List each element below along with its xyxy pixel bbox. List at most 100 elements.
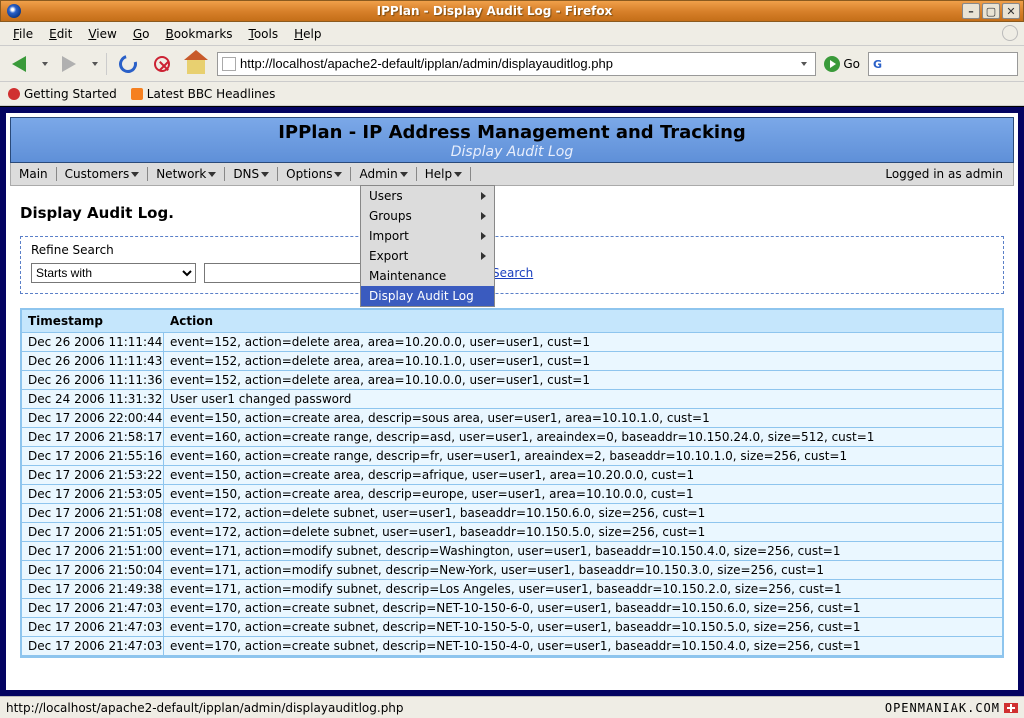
browser-menubar: File Edit View Go Bookmarks Tools Help [0, 22, 1024, 46]
forward-history-dropdown[interactable] [92, 62, 98, 66]
chevron-right-icon [481, 252, 486, 260]
nav-customers[interactable]: Customers [57, 163, 148, 185]
cell-timestamp: Dec 17 2006 21:47:03 [22, 618, 164, 637]
go-icon [824, 56, 840, 72]
cell-action: event=160, action=create range, descrip=… [164, 428, 1002, 447]
reload-button[interactable] [115, 51, 141, 77]
table-row: Dec 17 2006 21:50:04event=171, action=mo… [22, 561, 1002, 580]
bookmark-icon [8, 88, 20, 100]
cell-timestamp: Dec 17 2006 21:50:04 [22, 561, 164, 580]
table-row: Dec 17 2006 21:55:16event=160, action=cr… [22, 447, 1002, 466]
close-button[interactable]: ✕ [1002, 3, 1020, 19]
nav-main[interactable]: Main [11, 163, 56, 185]
table-row: Dec 17 2006 21:53:05event=150, action=cr… [22, 485, 1002, 504]
table-row: Dec 17 2006 21:58:17event=160, action=cr… [22, 428, 1002, 447]
audit-log-table: Timestamp Action Dec 26 2006 11:11:44eve… [20, 308, 1004, 658]
cell-action: event=171, action=modify subnet, descrip… [164, 561, 1002, 580]
window-title: IPPlan - Display Audit Log - Firefox [27, 4, 962, 18]
nav-network[interactable]: Network [148, 163, 224, 185]
menu-go[interactable]: Go [126, 24, 157, 44]
admin-menu-maintenance[interactable]: Maintenance [361, 266, 494, 286]
cell-action: event=170, action=create subnet, descrip… [164, 599, 1002, 618]
table-row: Dec 17 2006 21:49:38event=171, action=mo… [22, 580, 1002, 599]
admin-menu-users[interactable]: Users [361, 186, 494, 206]
minimize-button[interactable]: – [962, 3, 980, 19]
nav-help[interactable]: Help [417, 163, 470, 185]
cell-action: event=172, action=delete subnet, user=us… [164, 504, 1002, 523]
refine-mode-select[interactable]: Starts with [31, 263, 196, 283]
table-row: Dec 17 2006 21:51:00event=171, action=mo… [22, 542, 1002, 561]
cell-timestamp: Dec 26 2006 11:11:36 [22, 371, 164, 390]
chevron-down-icon [400, 172, 408, 177]
cell-timestamp: Dec 24 2006 11:31:32 [22, 390, 164, 409]
bookmarks-toolbar: Getting Started Latest BBC Headlines [0, 82, 1024, 106]
admin-menu-export[interactable]: Export [361, 246, 494, 266]
search-box[interactable] [868, 52, 1018, 76]
cell-action: event=150, action=create area, descrip=e… [164, 485, 1002, 504]
table-row: Dec 17 2006 22:00:44event=150, action=cr… [22, 409, 1002, 428]
cell-timestamp: Dec 17 2006 21:55:16 [22, 447, 164, 466]
cell-timestamp: Dec 17 2006 21:58:17 [22, 428, 164, 447]
admin-menu-display-audit-log[interactable]: Display Audit Log [361, 286, 494, 306]
stop-button[interactable] [149, 51, 175, 77]
browser-statusbar: http://localhost/apache2-default/ipplan/… [0, 696, 1024, 718]
cell-action: event=171, action=modify subnet, descrip… [164, 580, 1002, 599]
nav-options[interactable]: Options [278, 163, 350, 185]
login-status: Logged in as admin [885, 167, 1013, 181]
page-heading: Display Audit Log. [20, 204, 1004, 222]
chevron-down-icon [454, 172, 462, 177]
menu-help[interactable]: Help [287, 24, 328, 44]
cell-action: event=170, action=create subnet, descrip… [164, 637, 1002, 656]
chevron-down-icon [334, 172, 342, 177]
throbber-icon [1002, 25, 1018, 41]
bookmark-getting-started[interactable]: Getting Started [8, 87, 117, 101]
cell-timestamp: Dec 17 2006 21:47:03 [22, 599, 164, 618]
table-row: Dec 26 2006 11:11:44event=152, action=de… [22, 333, 1002, 352]
url-input[interactable] [240, 56, 791, 71]
window-titlebar: IPPlan - Display Audit Log - Firefox – ▢… [0, 0, 1024, 22]
cell-timestamp: Dec 17 2006 21:49:38 [22, 580, 164, 599]
google-icon [873, 57, 885, 71]
refine-search-link[interactable]: Search [492, 266, 533, 280]
table-row: Dec 17 2006 21:51:05event=172, action=de… [22, 523, 1002, 542]
menu-bookmarks[interactable]: Bookmarks [158, 24, 239, 44]
admin-menu-groups[interactable]: Groups [361, 206, 494, 226]
browser-toolbar: Go [0, 46, 1024, 82]
admin-menu-import[interactable]: Import [361, 226, 494, 246]
forward-button[interactable] [56, 51, 82, 77]
page-icon [222, 57, 236, 71]
admin-dropdown: Users Groups Import Export Maintenance D… [360, 185, 495, 307]
rss-icon [131, 88, 143, 100]
cell-timestamp: Dec 17 2006 22:00:44 [22, 409, 164, 428]
cell-timestamp: Dec 26 2006 11:11:43 [22, 352, 164, 371]
status-text: http://localhost/apache2-default/ipplan/… [6, 701, 404, 715]
home-button[interactable] [183, 51, 209, 77]
cell-timestamp: Dec 26 2006 11:11:44 [22, 333, 164, 352]
app-subtitle: Display Audit Log [11, 144, 1013, 160]
col-timestamp: Timestamp [22, 310, 164, 333]
menu-view[interactable]: View [81, 24, 123, 44]
bookmark-bbc-headlines[interactable]: Latest BBC Headlines [131, 87, 276, 101]
search-input[interactable] [889, 56, 1013, 71]
back-history-dropdown[interactable] [42, 62, 48, 66]
maximize-button[interactable]: ▢ [982, 3, 1000, 19]
go-button[interactable]: Go [824, 56, 860, 72]
url-bar[interactable] [217, 52, 816, 76]
cell-timestamp: Dec 17 2006 21:53:05 [22, 485, 164, 504]
nav-dns[interactable]: DNS [225, 163, 277, 185]
chevron-down-icon [261, 172, 269, 177]
cell-action: User user1 changed password [164, 390, 1002, 409]
firefox-icon [7, 4, 21, 18]
table-row: Dec 17 2006 21:47:03event=170, action=cr… [22, 618, 1002, 637]
brand-watermark: OPENMANIAK.COM [885, 701, 1018, 715]
nav-admin[interactable]: Admin [351, 163, 415, 185]
toolbar-separator [106, 53, 107, 75]
menu-edit[interactable]: Edit [42, 24, 79, 44]
cell-action: event=150, action=create area, descrip=a… [164, 466, 1002, 485]
url-history-dropdown[interactable] [795, 62, 811, 66]
cell-action: event=152, action=delete area, area=10.2… [164, 333, 1002, 352]
menu-file[interactable]: File [6, 24, 40, 44]
table-row: Dec 17 2006 21:47:03event=170, action=cr… [22, 637, 1002, 656]
menu-tools[interactable]: Tools [242, 24, 286, 44]
back-button[interactable] [6, 51, 32, 77]
